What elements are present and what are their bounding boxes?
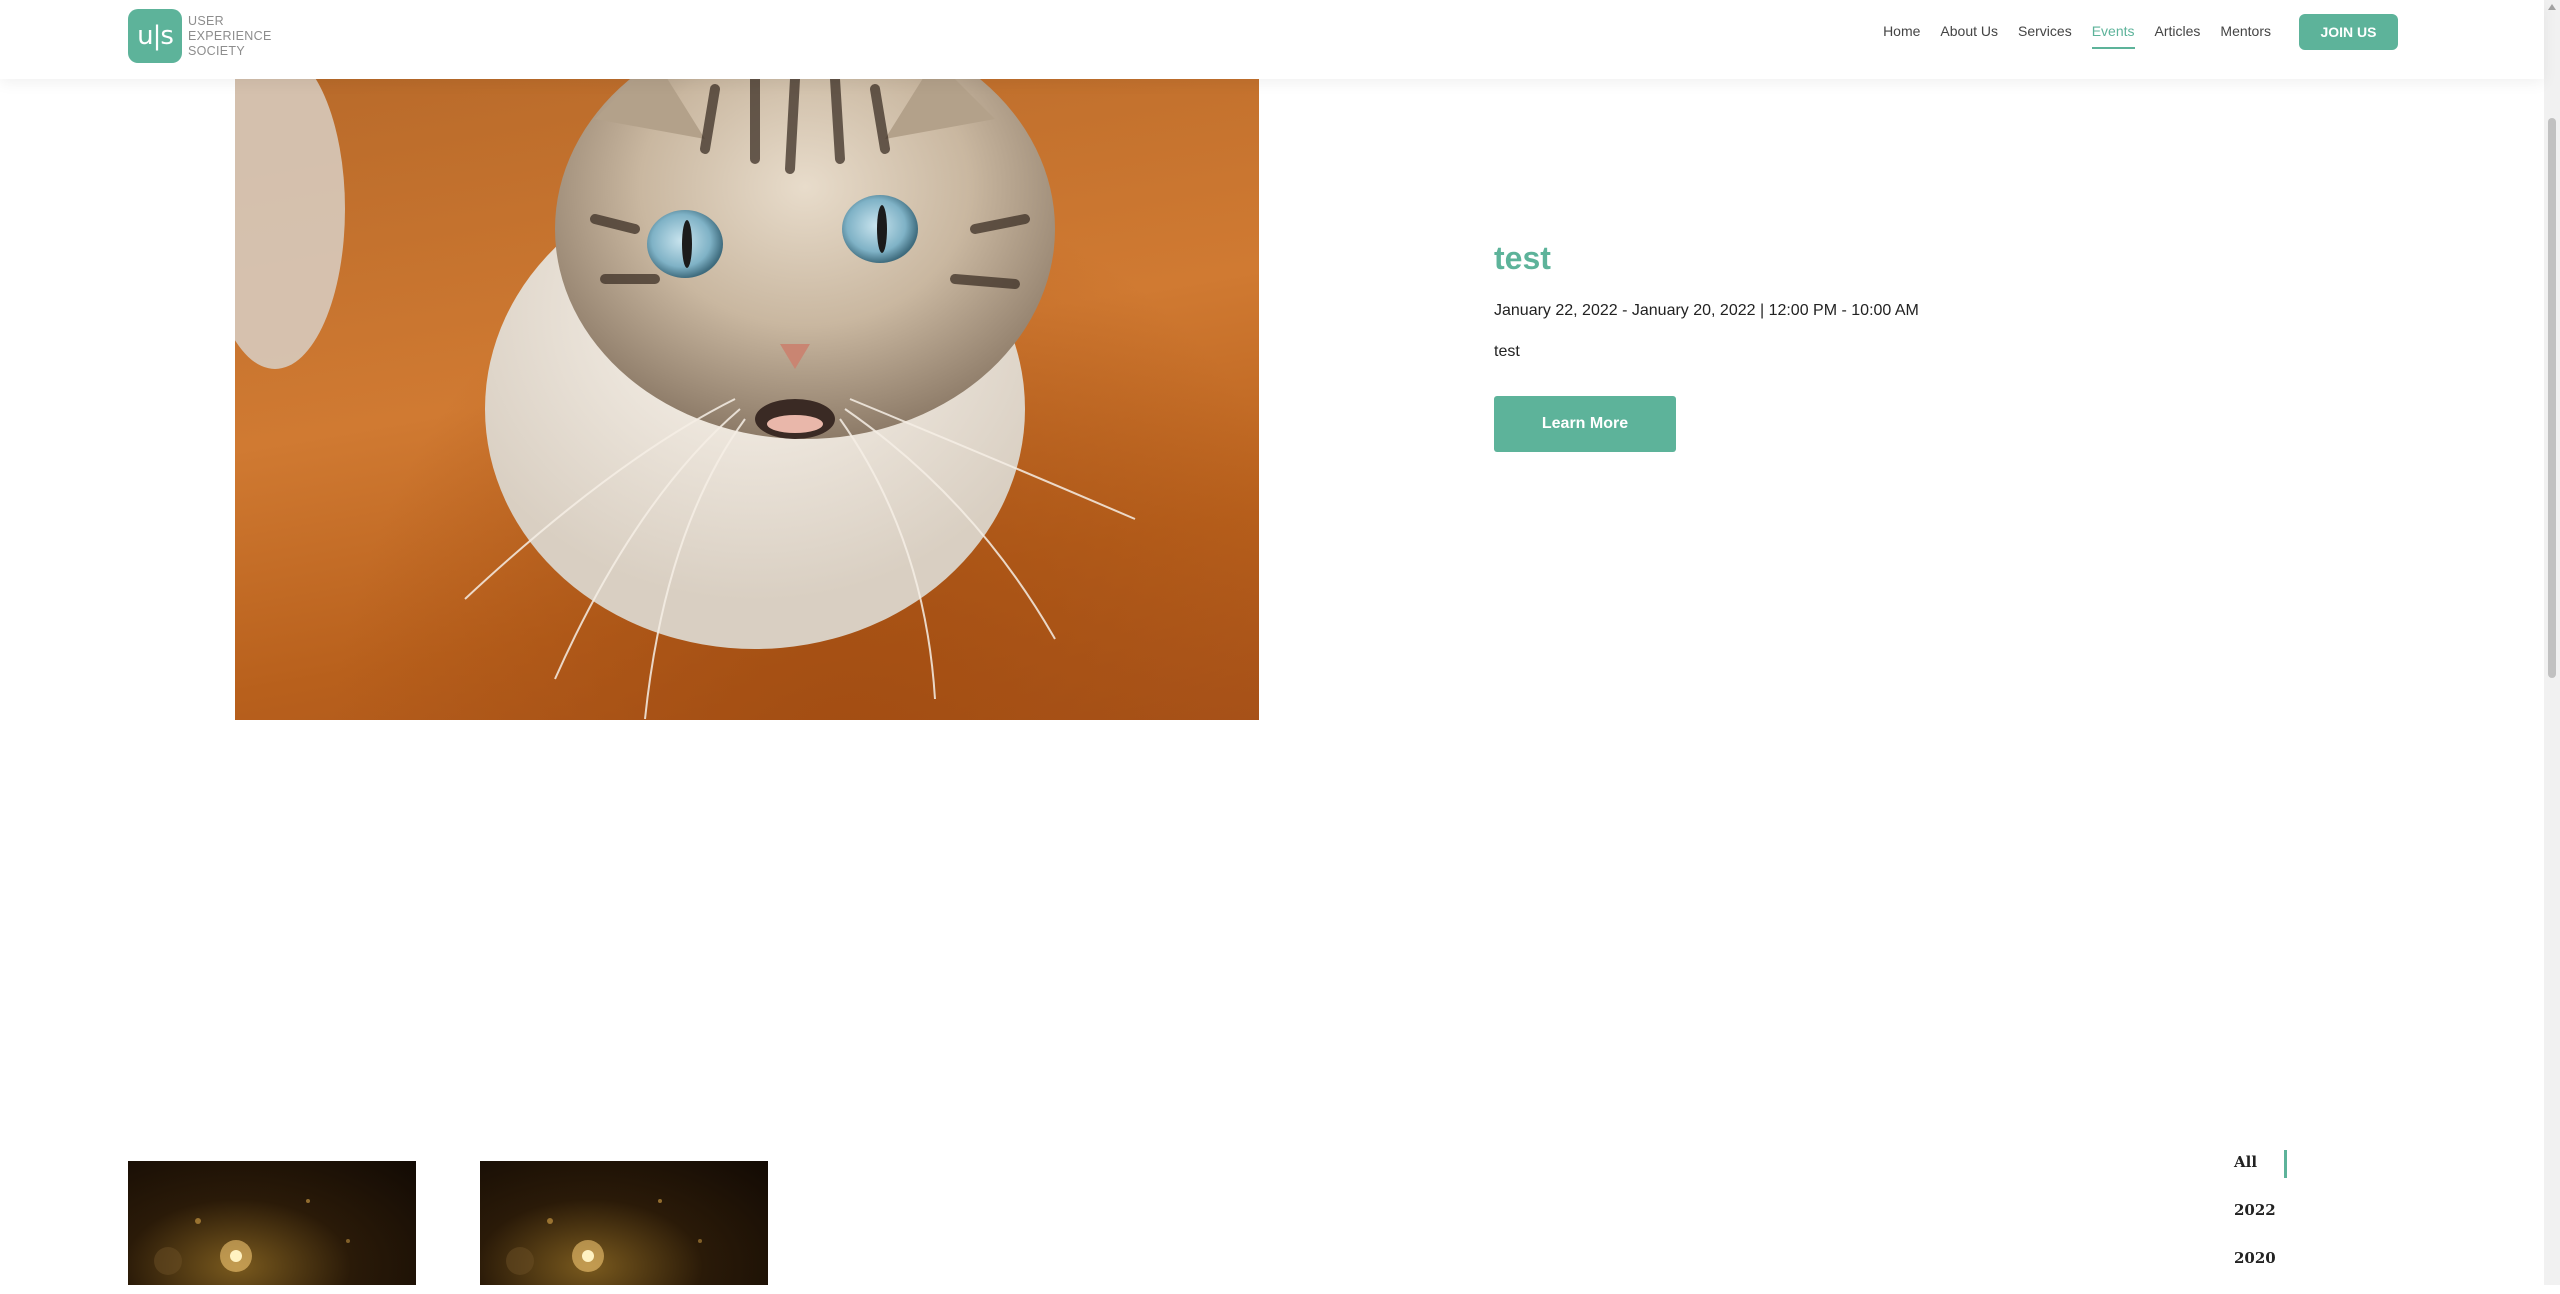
logo-mark: u|s [128, 9, 182, 63]
event-title[interactable]: test [1494, 240, 1551, 277]
filter-2022[interactable]: 2022 [2234, 1198, 2288, 1222]
cat-illustration [235, 79, 1136, 720]
site-logo[interactable]: u|s USER EXPERIENCE SOCIETY [128, 9, 272, 63]
forest-lantern-image [506, 1199, 702, 1275]
nav-services[interactable]: Services [2018, 23, 2072, 49]
nav-events[interactable]: Events [2091, 23, 2135, 49]
logo-text: USER EXPERIENCE SOCIETY [188, 14, 272, 59]
forest-lantern-image [154, 1199, 350, 1275]
site-header: u|s USER EXPERIENCE SOCIETY Home About U… [0, 0, 2544, 79]
nav-articles[interactable]: Articles [2155, 23, 2201, 49]
page-scrollbar[interactable] [2544, 0, 2560, 1285]
learn-more-button[interactable]: Learn More [1494, 396, 1676, 452]
event-description: test [1494, 343, 1520, 360]
main-nav: Home About Us Services Events Articles M… [1863, 14, 2398, 50]
year-filter: All 2022 2020 [2234, 1150, 2288, 1294]
logo-line-3: SOCIETY [188, 43, 245, 58]
event-thumbnail[interactable] [128, 1161, 416, 1285]
logo-line-2: EXPERIENCE [188, 28, 272, 43]
nav-about-us[interactable]: About Us [1940, 23, 1998, 49]
event-thumbnail[interactable] [480, 1161, 768, 1285]
scroll-thumb[interactable] [2548, 118, 2556, 678]
nav-mentors[interactable]: Mentors [2220, 23, 2271, 49]
event-image[interactable] [235, 79, 1259, 720]
join-us-button[interactable]: JOIN US [2299, 14, 2398, 50]
scroll-up-icon[interactable] [2548, 4, 2556, 10]
filter-all[interactable]: All [2234, 1150, 2288, 1178]
nav-home[interactable]: Home [1883, 23, 1920, 49]
filter-2020[interactable]: 2020 [2234, 1246, 2288, 1270]
event-dates: January 22, 2022 - January 20, 2022 | 12… [1494, 302, 1919, 319]
logo-line-1: USER [188, 13, 224, 28]
